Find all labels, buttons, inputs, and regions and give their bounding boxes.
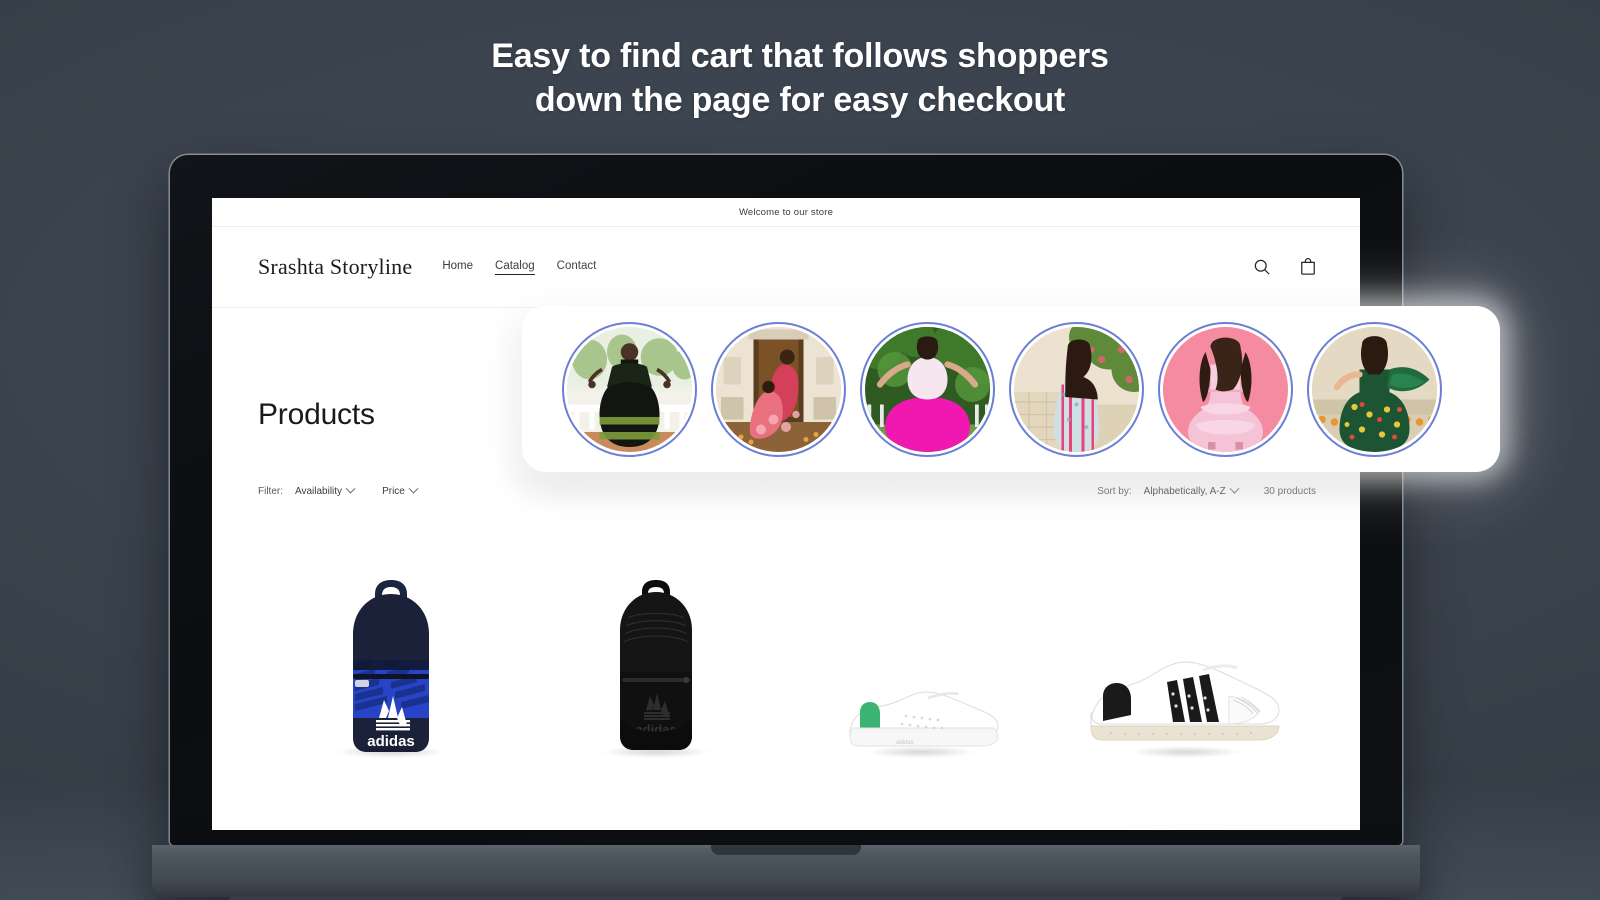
sort-select[interactable]: Alphabetically, A-Z	[1143, 483, 1240, 497]
story-item[interactable]	[711, 322, 846, 457]
product-shadow	[864, 746, 977, 758]
chevron-down-icon	[408, 483, 419, 494]
store-header: Srashta Storyline Home Catalog Contact	[212, 227, 1360, 308]
story-item[interactable]	[562, 322, 697, 457]
story-pastel-printed-kurta-image	[1014, 327, 1139, 452]
story-item[interactable]	[860, 322, 995, 457]
product-shadow	[599, 746, 712, 758]
story-green-floral-lehenga-image	[1312, 327, 1437, 452]
product-card[interactable]: adidas	[523, 524, 788, 764]
page-title: Products	[258, 398, 375, 431]
chevron-down-icon	[1229, 483, 1240, 494]
filter-label: Filter:	[258, 486, 283, 497]
product-card[interactable]: adidas	[788, 524, 1053, 764]
product-shadow	[334, 746, 447, 758]
story-item[interactable]	[1158, 322, 1293, 457]
nav-item-catalog[interactable]: Catalog	[495, 260, 535, 275]
nav-item-home[interactable]: Home	[442, 260, 473, 274]
product-card[interactable]	[1053, 524, 1318, 764]
filter-price-label: Price	[382, 486, 405, 497]
header-icon-group	[1252, 257, 1318, 277]
product-card[interactable]: adidas	[258, 524, 523, 764]
laptop-mockup: Welcome to our store Srashta Storyline H…	[152, 155, 1420, 900]
product-count: 30 products	[1263, 486, 1316, 497]
filter-price[interactable]: Price	[382, 483, 419, 497]
story-pink-tulle-dress-image	[1163, 327, 1288, 452]
cart-icon[interactable]	[1298, 257, 1318, 277]
adidas-classic-backpack-blue-image: adidas	[352, 580, 429, 752]
story-item[interactable]	[1009, 322, 1144, 457]
laptop-screen: Welcome to our store Srashta Storyline H…	[212, 198, 1360, 830]
chevron-down-icon	[345, 483, 356, 494]
headline-line-1: Easy to find cart that follows shoppers	[491, 37, 1109, 75]
sort-group: Sort by: Alphabetically, A-Z 30 products	[1097, 483, 1316, 497]
stories-widget-panel	[522, 306, 1500, 472]
main-nav: Home Catalog Contact	[442, 260, 596, 275]
nav-item-contact[interactable]: Contact	[557, 260, 597, 274]
sort-label: Sort by:	[1097, 486, 1132, 497]
sort-value: Alphabetically, A-Z	[1143, 486, 1226, 497]
laptop-hinge-notch	[711, 845, 861, 855]
laptop-base	[152, 845, 1420, 897]
product-grid: adidas adidas adidas	[258, 524, 1318, 764]
filter-availability[interactable]: Availability	[295, 483, 356, 497]
story-item[interactable]	[1307, 322, 1442, 457]
story-pink-white-gown-image	[865, 327, 990, 452]
announcement-text: Welcome to our store	[738, 206, 834, 218]
promo-headline: Easy to find cart that follows shoppers …	[0, 34, 1600, 122]
product-shadow	[1129, 746, 1242, 758]
adidas-superstar-black-stripes-image	[1089, 661, 1280, 741]
story-black-green-gown-image	[567, 327, 692, 452]
search-icon[interactable]	[1252, 257, 1272, 277]
headline-line-2: down the page for easy checkout	[534, 81, 1066, 119]
announcement-bar: Welcome to our store	[212, 198, 1360, 227]
filter-sort-bar: Filter: Availability Price Sort by: Alph…	[258, 483, 1316, 497]
stories-carousel[interactable]	[562, 322, 1442, 457]
story-red-lehenga-pair-image	[716, 327, 841, 452]
filter-availability-label: Availability	[295, 486, 343, 497]
store-brand[interactable]: Srashta Storyline	[258, 254, 412, 280]
adidas-backpack-black-image: adidas	[619, 580, 692, 750]
